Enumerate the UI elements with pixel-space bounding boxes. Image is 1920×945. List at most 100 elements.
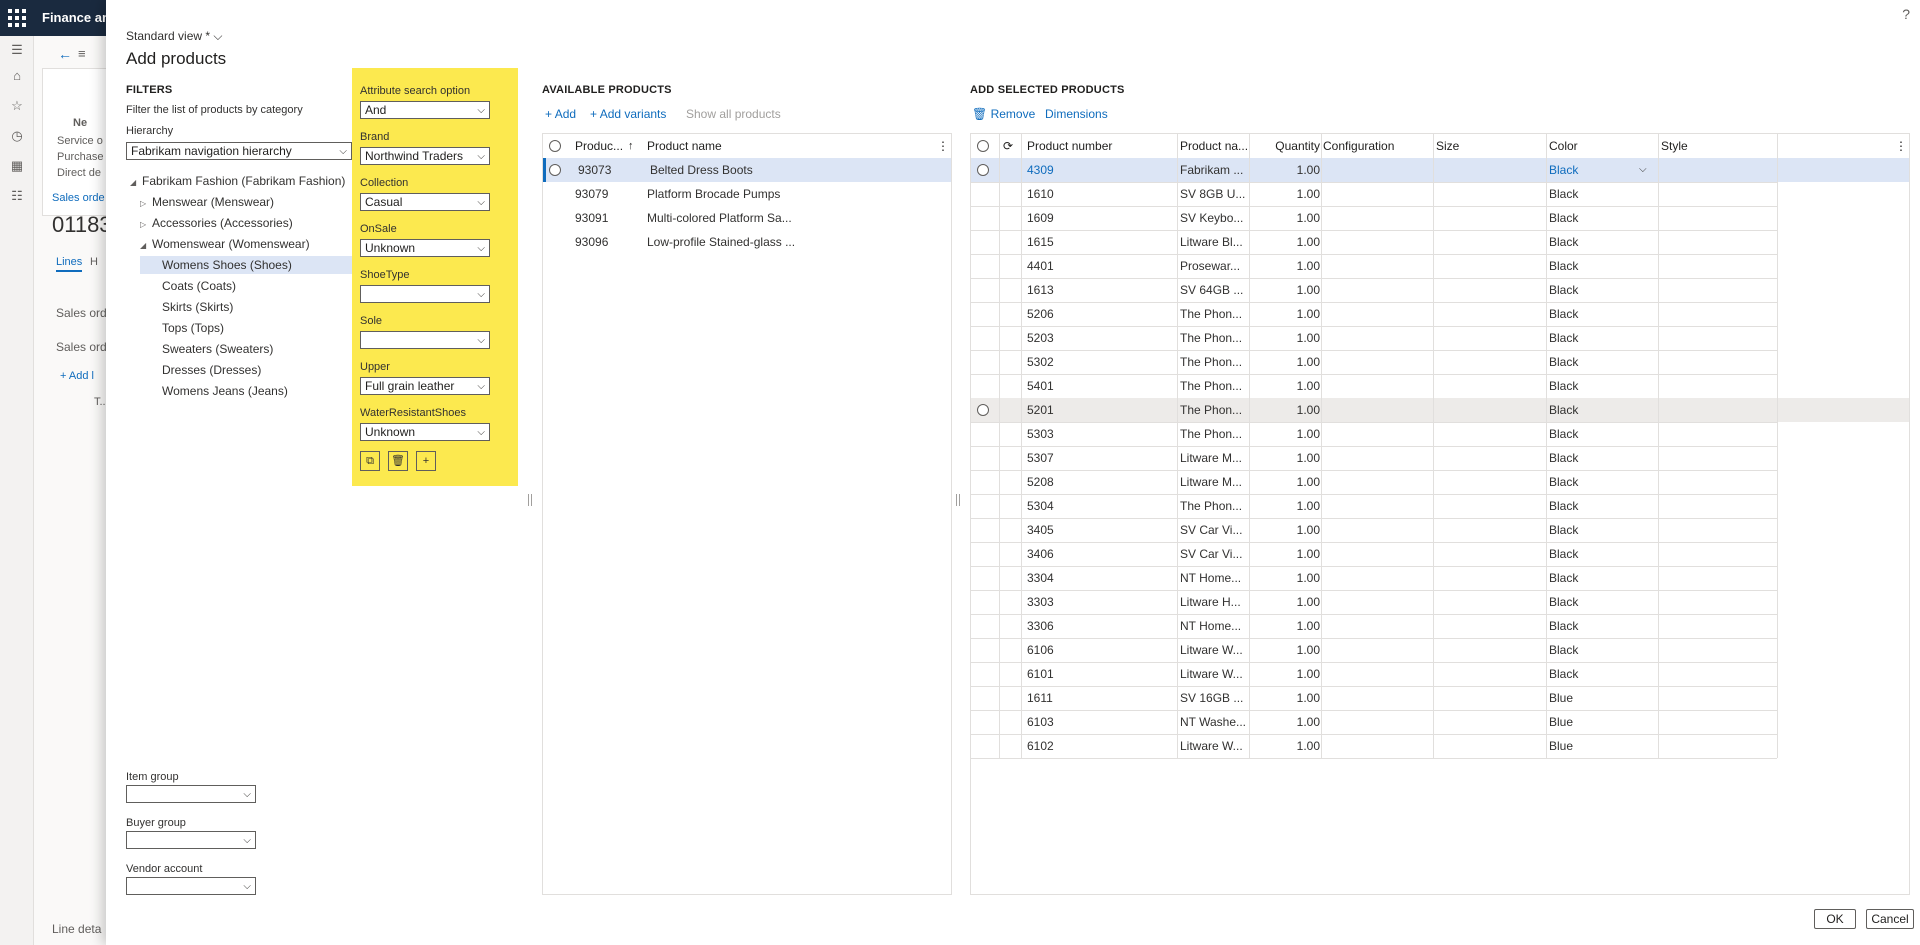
tree-item[interactable]: Tops (Tops) <box>150 319 224 337</box>
table-row[interactable]: 5206 The Phon... 1.00 Black <box>971 302 1777 326</box>
column-header-quantity[interactable]: Quantity <box>1252 134 1320 158</box>
add-line-button[interactable]: + Add l <box>60 370 94 382</box>
table-row[interactable]: 1613 SV 64GB ... 1.00 Black <box>971 278 1777 302</box>
dimensions-button[interactable]: Dimensions <box>1045 107 1108 121</box>
tab-header[interactable]: H <box>90 256 98 268</box>
chevron-down-icon[interactable]: ⌵ <box>1639 158 1651 182</box>
table-row[interactable]: 3303 Litware H... 1.00 Black <box>971 590 1777 614</box>
show-all-products-button[interactable]: Show all products <box>686 107 781 121</box>
column-header-product-name[interactable]: Product na... <box>1180 134 1248 158</box>
table-row[interactable]: 93073 Belted Dress Boots <box>543 158 951 182</box>
attribute-select[interactable]: ⌵ <box>360 285 490 303</box>
table-row[interactable]: 3306 NT Home... 1.00 Black <box>971 614 1777 638</box>
table-row[interactable]: 6106 Litware W... 1.00 Black <box>971 638 1777 662</box>
column-header-color[interactable]: Color <box>1549 134 1659 158</box>
home-icon[interactable]: ⌂ <box>9 68 25 84</box>
tree-item[interactable]: ◢ Womenswear (Womenswear) <box>140 235 310 253</box>
tree-item[interactable]: Sweaters (Sweaters) <box>150 340 273 358</box>
table-row[interactable]: 5208 Litware M... 1.00 Black <box>971 470 1777 494</box>
app-launcher-icon[interactable] <box>8 9 26 27</box>
column-header-product[interactable]: Produc... <box>575 134 625 158</box>
delete-icon[interactable]: 🗑 <box>388 451 408 471</box>
copy-icon[interactable]: ⧉ <box>360 451 380 471</box>
table-row[interactable]: 5304 The Phon... 1.00 Black <box>971 494 1777 518</box>
more-options-icon[interactable]: ⋮ <box>937 134 947 158</box>
table-row[interactable]: 93079 Platform Brocade Pumps <box>543 182 951 206</box>
tree-item[interactable]: Dresses (Dresses) <box>150 361 261 379</box>
table-row[interactable]: 5302 The Phon... 1.00 Black <box>971 350 1777 374</box>
expand-icon[interactable]: ▷ <box>140 216 152 234</box>
add-variants-button[interactable]: + Add variants <box>590 107 666 121</box>
vendor-account-select[interactable]: ⌵ <box>126 877 256 895</box>
favorites-icon[interactable]: ☆ <box>9 98 25 114</box>
attribute-select[interactable]: Unknown ⌵ <box>360 423 490 441</box>
select-all-radio[interactable] <box>549 140 561 152</box>
table-row[interactable]: 6102 Litware W... 1.00 Blue <box>971 734 1777 758</box>
attribute-select[interactable]: Unknown ⌵ <box>360 239 490 257</box>
line-details[interactable]: Line deta <box>52 922 101 936</box>
row-select-radio[interactable] <box>549 164 561 176</box>
product-number-cell[interactable]: 4309 <box>1027 158 1167 182</box>
tree-item[interactable]: Skirts (Skirts) <box>150 298 233 316</box>
tree-item[interactable]: ◢ Fabrikam Fashion (Fabrikam Fashion) <box>130 172 345 190</box>
splitter-handle[interactable] <box>528 494 532 506</box>
list-icon[interactable]: ≡ <box>78 46 86 61</box>
table-row[interactable]: 93091 Multi-colored Platform Sa... <box>543 206 951 230</box>
back-icon[interactable]: ← <box>58 46 72 62</box>
more-options-icon[interactable]: ⋮ <box>1895 134 1905 158</box>
help-icon[interactable]: ? <box>1902 6 1910 22</box>
row-select-radio[interactable] <box>977 164 989 176</box>
row-select-radio[interactable] <box>977 404 989 416</box>
recent-icon[interactable]: ◷ <box>9 128 25 144</box>
modules-icon[interactable]: ☷ <box>9 188 25 204</box>
collapse-icon[interactable]: ◢ <box>140 237 152 255</box>
attribute-select[interactable]: Northwind Traders ⌵ <box>360 147 490 165</box>
hamburger-icon[interactable]: ☰ <box>9 42 25 58</box>
table-row[interactable]: 5401 The Phon... 1.00 Black <box>971 374 1777 398</box>
table-row[interactable]: 6101 Litware W... 1.00 Black <box>971 662 1777 686</box>
view-selector[interactable]: Standard view * ⌵ <box>126 29 223 44</box>
tab-lines[interactable]: Lines <box>56 256 83 272</box>
ok-button[interactable]: OK <box>1814 909 1856 929</box>
tree-item[interactable]: ▷ Accessories (Accessories) <box>140 214 293 232</box>
attribute-select[interactable]: Full grain leather ⌵ <box>360 377 490 395</box>
section-sales-order[interactable]: Sales ord <box>56 306 107 320</box>
expand-icon[interactable]: ▷ <box>140 195 152 213</box>
attribute-select[interactable]: ⌵ <box>360 331 490 349</box>
remove-button[interactable]: 🗑 Remove <box>972 107 1035 121</box>
item-group-select[interactable]: ⌵ <box>126 785 256 803</box>
table-row[interactable]: 5303 The Phon... 1.00 Black <box>971 422 1777 446</box>
select-all-radio[interactable] <box>977 140 989 152</box>
buyer-group-select[interactable]: ⌵ <box>126 831 256 849</box>
table-row[interactable]: 93096 Low-profile Stained-glass ... <box>543 230 951 254</box>
tree-item[interactable]: ▷ Menswear (Menswear) <box>140 193 274 211</box>
tree-item[interactable]: Womens Shoes (Shoes) <box>140 256 352 274</box>
table-row[interactable]: 5307 Litware M... 1.00 Black <box>971 446 1777 470</box>
workspaces-icon[interactable]: ▦ <box>9 158 25 174</box>
column-header-product-name[interactable]: Product name <box>647 134 847 158</box>
column-header-size[interactable]: Size <box>1436 134 1546 158</box>
column-header-configuration[interactable]: Configuration <box>1323 134 1433 158</box>
splitter-handle[interactable] <box>956 494 960 506</box>
table-row[interactable]: 4309 Fabrikam ... 1.00 Black ⌵ <box>971 158 1909 182</box>
table-row[interactable]: 3405 SV Car Vi... 1.00 Black <box>971 518 1777 542</box>
table-row[interactable]: 6103 NT Washe... 1.00 Blue <box>971 710 1777 734</box>
column-header-product-number[interactable]: Product number <box>1027 134 1147 158</box>
table-row[interactable]: 1609 SV Keybo... 1.00 Black <box>971 206 1777 230</box>
column-header-style[interactable]: Style <box>1661 134 1771 158</box>
add-icon[interactable]: + <box>416 451 436 471</box>
section-sales-order-lines[interactable]: Sales ord <box>56 340 107 354</box>
table-row[interactable]: 5203 The Phon... 1.00 Black <box>971 326 1777 350</box>
cancel-button[interactable]: Cancel <box>1866 909 1914 929</box>
add-button[interactable]: + Add <box>545 107 576 121</box>
attribute-select[interactable]: Casual ⌵ <box>360 193 490 211</box>
tree-item[interactable]: Coats (Coats) <box>150 277 236 295</box>
attribute-select[interactable]: And ⌵ <box>360 101 490 119</box>
table-row[interactable]: 4401 Prosewar... 1.00 Black <box>971 254 1777 278</box>
breadcrumb[interactable]: Sales orde <box>52 192 105 204</box>
tree-item[interactable]: Womens Jeans (Jeans) <box>150 382 288 400</box>
collapse-icon[interactable]: ◢ <box>130 174 142 192</box>
table-row[interactable]: 1611 SV 16GB ... 1.00 Blue <box>971 686 1777 710</box>
table-row[interactable]: 3304 NT Home... 1.00 Black <box>971 566 1777 590</box>
table-row[interactable]: 1610 SV 8GB U... 1.00 Black <box>971 182 1777 206</box>
